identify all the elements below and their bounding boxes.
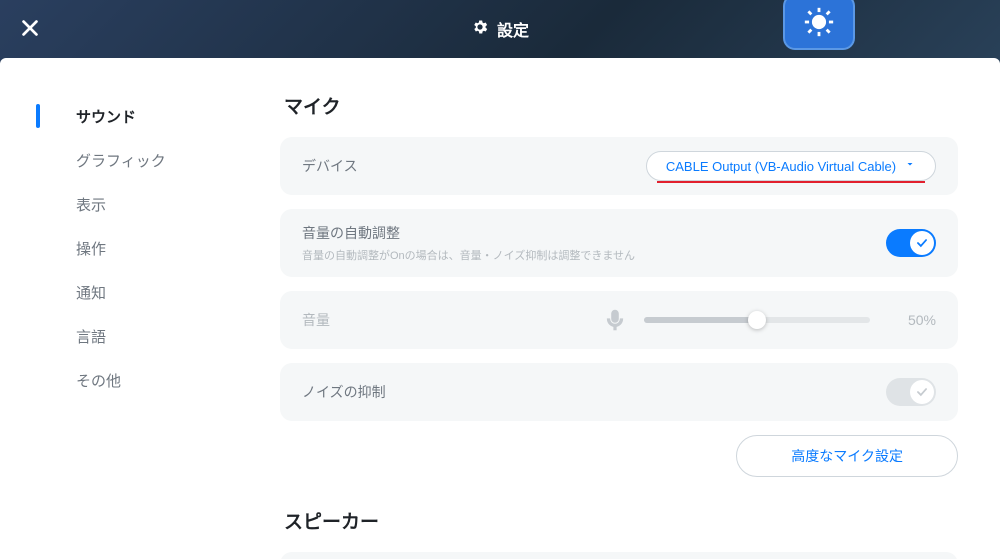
sidebar-item-label: 操作: [76, 238, 106, 259]
sidebar-item-label: サウンド: [76, 106, 136, 127]
sidebar-item-label: その他: [76, 370, 121, 391]
section-title-mic: マイク: [284, 92, 958, 119]
mic-device-value: CABLE Output (VB-Audio Virtual Cable): [666, 159, 896, 174]
sidebar-item-label: 表示: [76, 194, 106, 215]
modal-header: 設定: [0, 0, 1000, 58]
chevron-down-icon: [904, 157, 916, 175]
sidebar-item-label: 通知: [76, 282, 106, 303]
close-button[interactable]: [10, 8, 50, 48]
sidebar-item-label: 言語: [76, 326, 106, 347]
microphone-icon: [602, 307, 628, 333]
noise-suppress-toggle: [886, 378, 936, 406]
sidebar-item-sound[interactable]: サウンド: [0, 94, 258, 138]
noise-suppress-label: ノイズの抑制: [302, 382, 886, 402]
sidebar-item-graphics[interactable]: グラフィック: [0, 138, 258, 182]
sidebar-item-controls[interactable]: 操作: [0, 226, 258, 270]
annotation-underline: [657, 181, 925, 183]
auto-gain-sublabel: 音量の自動調整がOnの場合は、音量・ノイズ抑制は調整できません: [302, 247, 886, 263]
auto-gain-label: 音量の自動調整: [302, 223, 886, 243]
advanced-mic-settings-button[interactable]: 高度なマイク設定: [736, 435, 958, 477]
mic-device-label: デバイス: [302, 156, 646, 176]
mic-volume-slider: [644, 317, 870, 323]
settings-sidebar: サウンド グラフィック 表示 操作 通知 言語 その他: [0, 58, 258, 559]
sidebar-item-display[interactable]: 表示: [0, 182, 258, 226]
sidebar-item-notifications[interactable]: 通知: [0, 270, 258, 314]
noise-suppress-row: ノイズの抑制: [280, 363, 958, 421]
auto-gain-row: 音量の自動調整 音量の自動調整がOnの場合は、音量・ノイズ抑制は調整できません: [280, 209, 958, 277]
mic-volume-row: 音量 50%: [280, 291, 958, 349]
mic-device-row: デバイス CABLE Output (VB-Audio Virtual Cabl…: [280, 137, 958, 195]
modal-title: 設定: [497, 17, 529, 41]
mic-volume-value: 50%: [888, 312, 936, 328]
gear-icon: [471, 18, 489, 41]
auto-gain-toggle[interactable]: [886, 229, 936, 257]
sidebar-item-label: グラフィック: [76, 150, 166, 171]
media-volume-row: 動画・BGMの音量 85%: [280, 552, 958, 559]
mic-volume-label: 音量: [302, 310, 602, 330]
sidebar-item-language[interactable]: 言語: [0, 314, 258, 358]
sidebar-item-other[interactable]: その他: [0, 358, 258, 402]
mic-device-select[interactable]: CABLE Output (VB-Audio Virtual Cable): [646, 151, 936, 181]
section-title-speaker: スピーカー: [284, 507, 958, 534]
